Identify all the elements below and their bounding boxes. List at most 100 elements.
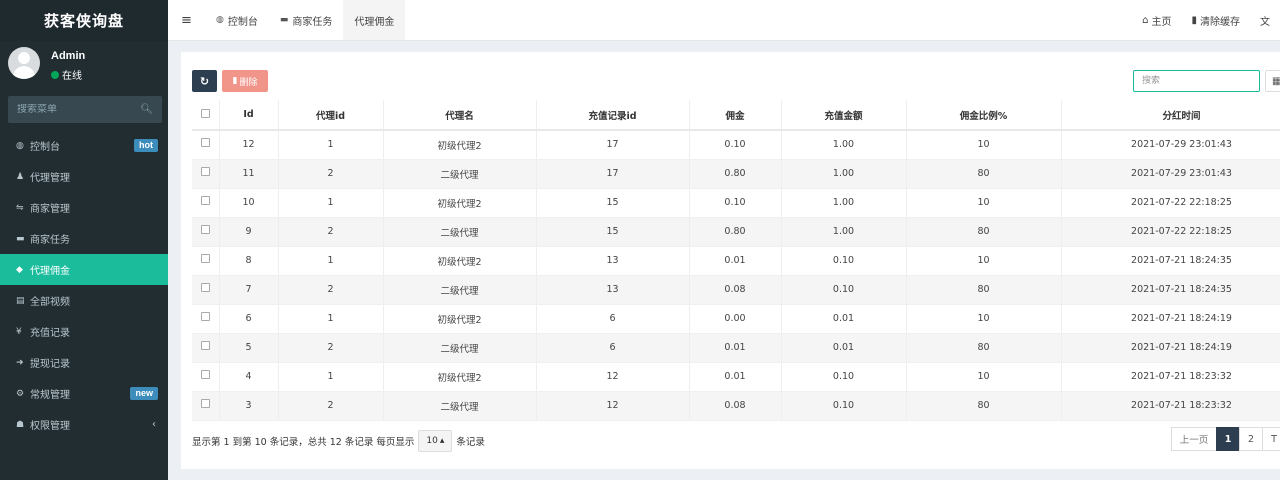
- sidebar-item-withdraw-records[interactable]: ➜ 提现记录: [0, 347, 168, 378]
- table-row[interactable]: 9 2 二级代理 15 0.80 1.00 80 2021-07-22 22:18:25: [192, 217, 1280, 247]
- tab-agent-commission[interactable]: 代理佣金: [343, 0, 406, 40]
- columns-toggle-button[interactable]: ▦: [1265, 70, 1280, 92]
- chevron-left-icon: ‹: [152, 419, 156, 430]
- sidebar-item-agent-commission[interactable]: ◆ 代理佣金: [0, 254, 168, 285]
- table-cell: 2021-07-22 22:18:25: [1061, 188, 1280, 218]
- sidebar-item-dashboard[interactable]: ◍ 控制台 hot: [0, 130, 168, 161]
- table-cell: 初级代理2: [383, 362, 537, 392]
- sidebar-item-label: 商家管理: [30, 204, 70, 215]
- menu-toggle-icon[interactable]: ≡: [168, 0, 205, 40]
- new-badge: new: [130, 387, 158, 400]
- table-cell: 0.10: [781, 275, 907, 305]
- language-link[interactable]: 文: [1250, 13, 1280, 28]
- row-checkbox[interactable]: [200, 341, 210, 350]
- column-header[interactable]: Id: [219, 100, 279, 131]
- app-logo[interactable]: 获客侠询盘: [0, 0, 168, 41]
- column-header[interactable]: 充值金额: [781, 100, 907, 131]
- row-select-cell: [192, 188, 220, 218]
- user-status: 在线: [51, 67, 82, 82]
- table-cell: 12: [536, 362, 690, 392]
- table-row[interactable]: 11 2 二级代理 17 0.80 1.00 80 2021-07-29 23:01:43: [192, 159, 1280, 189]
- user-status-label: 在线: [62, 71, 82, 82]
- page-size-select[interactable]: 10 ▴: [418, 430, 453, 452]
- row-checkbox[interactable]: [200, 225, 210, 234]
- table-cell: 5: [219, 333, 279, 363]
- delete-button[interactable]: ▮ 删除: [222, 70, 268, 92]
- column-header[interactable]: 代理名: [383, 100, 537, 131]
- table-row[interactable]: 7 2 二级代理 13 0.08 0.10 80 2021-07-21 18:24:35: [192, 275, 1280, 305]
- column-header[interactable]: 充值记录id: [536, 100, 690, 131]
- sidebar-item-general-management[interactable]: ⚙ 常规管理 new: [0, 378, 168, 409]
- table-cell: 初级代理2: [383, 246, 537, 276]
- table-cell: 0.80: [689, 159, 782, 189]
- pagination: 上一页 1 2 T: [1171, 427, 1280, 451]
- search-icon[interactable]: 🔍︎: [140, 104, 153, 115]
- table-row[interactable]: 6 1 初级代理2 6 0.00 0.01 10 2021-07-21 18:24:19: [192, 304, 1280, 334]
- dashboard-icon: ◍: [16, 140, 24, 151]
- table-row[interactable]: 12 1 初级代理2 17 0.10 1.00 10 2021-07-29 23:01:43: [192, 130, 1280, 160]
- column-header[interactable]: 代理id: [278, 100, 384, 131]
- row-checkbox[interactable]: [200, 283, 210, 292]
- table-search-input[interactable]: [1133, 70, 1260, 92]
- table-cell: 2021-07-22 22:18:25: [1061, 217, 1280, 247]
- clear-cache-label: 清除缓存: [1200, 17, 1240, 28]
- row-checkbox[interactable]: [200, 138, 210, 148]
- sidebar-item-all-videos[interactable]: ▤ 全部视频: [0, 285, 168, 316]
- caret-up-icon: ▴: [439, 436, 445, 446]
- table-row[interactable]: 3 2 二级代理 12 0.08 0.10 80 2021-07-21 18:23:32: [192, 391, 1280, 421]
- table-cell: 2021-07-29 23:01:43: [1061, 159, 1280, 189]
- sidebar-item-label: 代理管理: [30, 173, 70, 184]
- row-checkbox[interactable]: [200, 370, 210, 379]
- table-cell: 1: [278, 246, 384, 276]
- table-cell: 2021-07-21 18:23:32: [1061, 391, 1280, 421]
- sidebar-item-permission-management[interactable]: ☗ 权限管理 ‹: [0, 409, 168, 440]
- table-cell: 2021-07-21 18:24:19: [1061, 333, 1280, 363]
- select-all-checkbox[interactable]: [200, 108, 210, 118]
- sidebar-item-merchant-management[interactable]: ⇋ 商家管理: [0, 192, 168, 223]
- avatar: [8, 47, 40, 79]
- tab-dashboard[interactable]: ◍ 控制台: [205, 0, 269, 40]
- clear-cache-link[interactable]: ▮ 清除缓存: [1181, 13, 1250, 28]
- table-cell: 9: [219, 217, 279, 247]
- column-header[interactable]: 佣金: [689, 100, 782, 131]
- row-select-cell: [192, 304, 220, 334]
- menu-search-input[interactable]: [17, 104, 127, 115]
- sidebar: 获客侠询盘 Admin 在线 🔍︎ ◍ 控制台 hot ♟ 代理管理 ⇋ 商家管…: [0, 0, 168, 480]
- table-row[interactable]: 4 1 初级代理2 12 0.01 0.10 10 2021-07-21 18:23:32: [192, 362, 1280, 392]
- table-row[interactable]: 5 2 二级代理 6 0.01 0.01 80 2021-07-21 18:24:19: [192, 333, 1280, 363]
- column-header[interactable]: 分红时间: [1061, 100, 1280, 131]
- tab-label: 控制台: [227, 16, 258, 28]
- refresh-button[interactable]: ↻: [192, 70, 217, 92]
- table-cell: 2: [278, 391, 384, 421]
- table-row[interactable]: 8 1 初级代理2 13 0.01 0.10 10 2021-07-21 18:24:35: [192, 246, 1280, 276]
- table-cell: 1: [278, 304, 384, 334]
- page-2-button[interactable]: 2: [1239, 427, 1263, 451]
- sidebar-item-recharge-records[interactable]: ¥ 充值记录: [0, 316, 168, 347]
- prev-page-button[interactable]: 上一页: [1171, 427, 1217, 451]
- table-cell: 0.00: [689, 304, 782, 334]
- trash-icon: ▮: [232, 76, 238, 86]
- pagination-summary: 显示第 1 到第 10 条记录，总共 12 条记录 每页显示: [192, 437, 415, 448]
- tab-label: 代理佣金: [354, 16, 395, 28]
- table-cell: 0.10: [781, 246, 907, 276]
- row-checkbox[interactable]: [200, 312, 210, 321]
- home-link[interactable]: ⌂ 主页: [1132, 13, 1181, 28]
- row-checkbox[interactable]: [200, 399, 210, 408]
- table-cell: 1.00: [781, 217, 907, 247]
- sidebar-item-agent-management[interactable]: ♟ 代理管理: [0, 161, 168, 192]
- row-select-cell: [192, 217, 220, 247]
- row-select-cell: [192, 159, 220, 189]
- column-header[interactable]: 佣金比例%: [906, 100, 1062, 131]
- table-cell: 1: [278, 362, 384, 392]
- row-checkbox[interactable]: [200, 254, 210, 263]
- home-icon: ⌂: [1142, 15, 1149, 26]
- tab-merchant-tasks[interactable]: ▬ 商家任务: [269, 0, 344, 40]
- next-page-button[interactable]: T: [1262, 427, 1280, 451]
- row-checkbox[interactable]: [200, 196, 210, 205]
- row-checkbox[interactable]: [200, 167, 210, 176]
- table-cell: 0.01: [689, 246, 782, 276]
- sidebar-item-merchant-tasks[interactable]: ▬ 商家任务: [0, 223, 168, 254]
- page-1-button[interactable]: 1: [1216, 427, 1240, 451]
- table-row[interactable]: 10 1 初级代理2 15 0.10 1.00 10 2021-07-22 22:18:25: [192, 188, 1280, 218]
- table-cell: 0.10: [689, 188, 782, 218]
